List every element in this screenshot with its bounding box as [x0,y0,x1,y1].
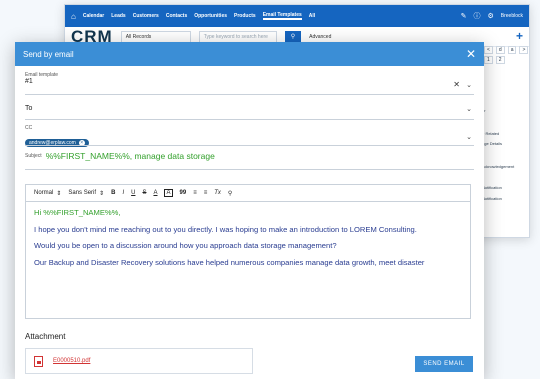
home-icon[interactable]: ⌂ [71,12,76,21]
clear-icon[interactable]: ✕ [453,80,460,89]
side-panel: < d a > 1 2 er > Related age Details ack… [478,44,530,234]
close-icon[interactable]: ✕ [466,47,476,61]
attachment-file-link[interactable]: E0000510.pdf [53,358,90,364]
pager-item[interactable]: a [507,46,517,54]
side-item[interactable]: acknowledgement [482,164,514,169]
email-body-text[interactable]: Hi %%FIRST_NAME%%, I hope you don't mind… [26,202,470,280]
attachment-item: E0000510.pdf [25,348,253,374]
cc-field[interactable]: CC andrew@erplaw.com × ⌄ [25,125,474,151]
send-email-button[interactable]: SEND EMAIL [415,356,473,372]
pager-next[interactable]: > [519,46,529,54]
editor-toolbar: Normal ⇕ Sans Serif ⇕ B I U S A A 99 ≡ ≡ T… [26,185,470,202]
side-item[interactable]: Notification [482,185,502,190]
format-select[interactable]: Normal ⇕ [34,190,61,197]
attachment-heading: Attachment [25,332,66,341]
top-nav-bar: ⌂ Calendar Leads Customers Contacts Oppo… [65,5,529,27]
search-input[interactable]: Type keyword to search here [198,30,277,43]
body-paragraph: Would you be open to a discussion around… [34,241,337,251]
pdf-icon [34,355,43,367]
page-number[interactable]: 1 [484,56,493,64]
nav-tab-leads[interactable]: Leads [111,13,125,19]
subject-input[interactable]: %%FIRST_NAME%%, manage data storage [46,151,215,161]
side-item[interactable]: age Details [482,141,502,146]
edit-icon[interactable]: ✎ [461,12,467,20]
body-paragraph: I hope you don't mind me reaching out to… [34,224,417,234]
subject-label: Subject [25,153,42,159]
updown-icon: ⇕ [56,190,62,197]
nav-tab-opportunities[interactable]: Opportunities [194,13,227,19]
add-icon[interactable]: + [516,29,523,43]
pager-item[interactable]: d [495,46,505,54]
gear-icon[interactable]: ⚙ [487,12,493,20]
quote-button[interactable]: 99 [180,190,187,196]
email-template-value[interactable]: #1 [25,78,474,85]
to-field[interactable]: To ⌄ [25,105,474,125]
page-number[interactable]: 2 [495,56,505,64]
background-color-button[interactable]: A [164,189,173,197]
nav-tab-customers[interactable]: Customers [133,13,159,19]
clear-format-button[interactable]: Tx [214,190,221,196]
user-name[interactable]: Breeblock [501,13,523,19]
email-template-field[interactable]: Email template #1 ✕ ⌄ [25,72,474,98]
pager-prev[interactable]: < [484,46,493,54]
cc-label: CC [25,125,33,131]
chevron-down-icon[interactable]: ⌄ [466,133,472,141]
bold-button[interactable]: B [111,190,115,196]
bullet-list-button[interactable]: ≡ [204,190,208,196]
info-icon[interactable]: ⓘ [473,11,480,21]
chevron-down-icon[interactable]: ⌄ [466,81,472,89]
subject-field[interactable]: Subject %%FIRST_NAME%%, manage data stor… [25,151,474,173]
pager: < d a > [484,46,530,54]
greeting-line: Hi %%FIRST_NAME%%, [34,208,121,217]
record-filter-select[interactable]: All Records [120,30,191,43]
text-color-button[interactable]: A [153,190,157,196]
ordered-list-button[interactable]: ≡ [193,190,197,196]
advanced-search-link[interactable]: Advanced [309,34,331,40]
to-label: To [25,105,33,112]
screen: ⌂ Calendar Leads Customers Contacts Oppo… [0,0,540,379]
nav-tab-products[interactable]: Products [234,13,256,19]
font-select[interactable]: Sans Serif ⇕ [68,190,104,197]
dialog-title: Send by email [23,49,74,59]
search-icon[interactable]: ⚲ [284,31,302,42]
chevron-down-icon[interactable]: ⌄ [466,105,472,113]
body-paragraph: Our Backup and Disaster Recovery solutio… [34,257,425,267]
link-button[interactable]: ⚲ [228,190,232,197]
side-item[interactable]: > Related [482,131,499,136]
dialog-header: Send by email ✕ [15,42,484,66]
nav-tab-calendar[interactable]: Calendar [83,13,104,19]
email-body-editor[interactable]: Normal ⇕ Sans Serif ⇕ B I U S A A 99 ≡ ≡ T… [25,184,471,319]
nav-tab-all[interactable]: All [309,13,315,19]
strike-button[interactable]: S [142,190,146,196]
underline-button[interactable]: U [131,190,135,196]
send-email-dialog: Send by email ✕ Email template #1 ✕ ⌄ To… [15,42,484,379]
nav-tab-contacts[interactable]: Contacts [166,13,187,19]
updown-icon: ⇕ [99,190,105,197]
pager-pages: 1 2 [484,56,530,64]
italic-button[interactable]: I [122,190,124,196]
nav-tab-email-templates[interactable]: Email Templates [262,12,302,20]
side-item[interactable]: Notification [482,196,502,201]
